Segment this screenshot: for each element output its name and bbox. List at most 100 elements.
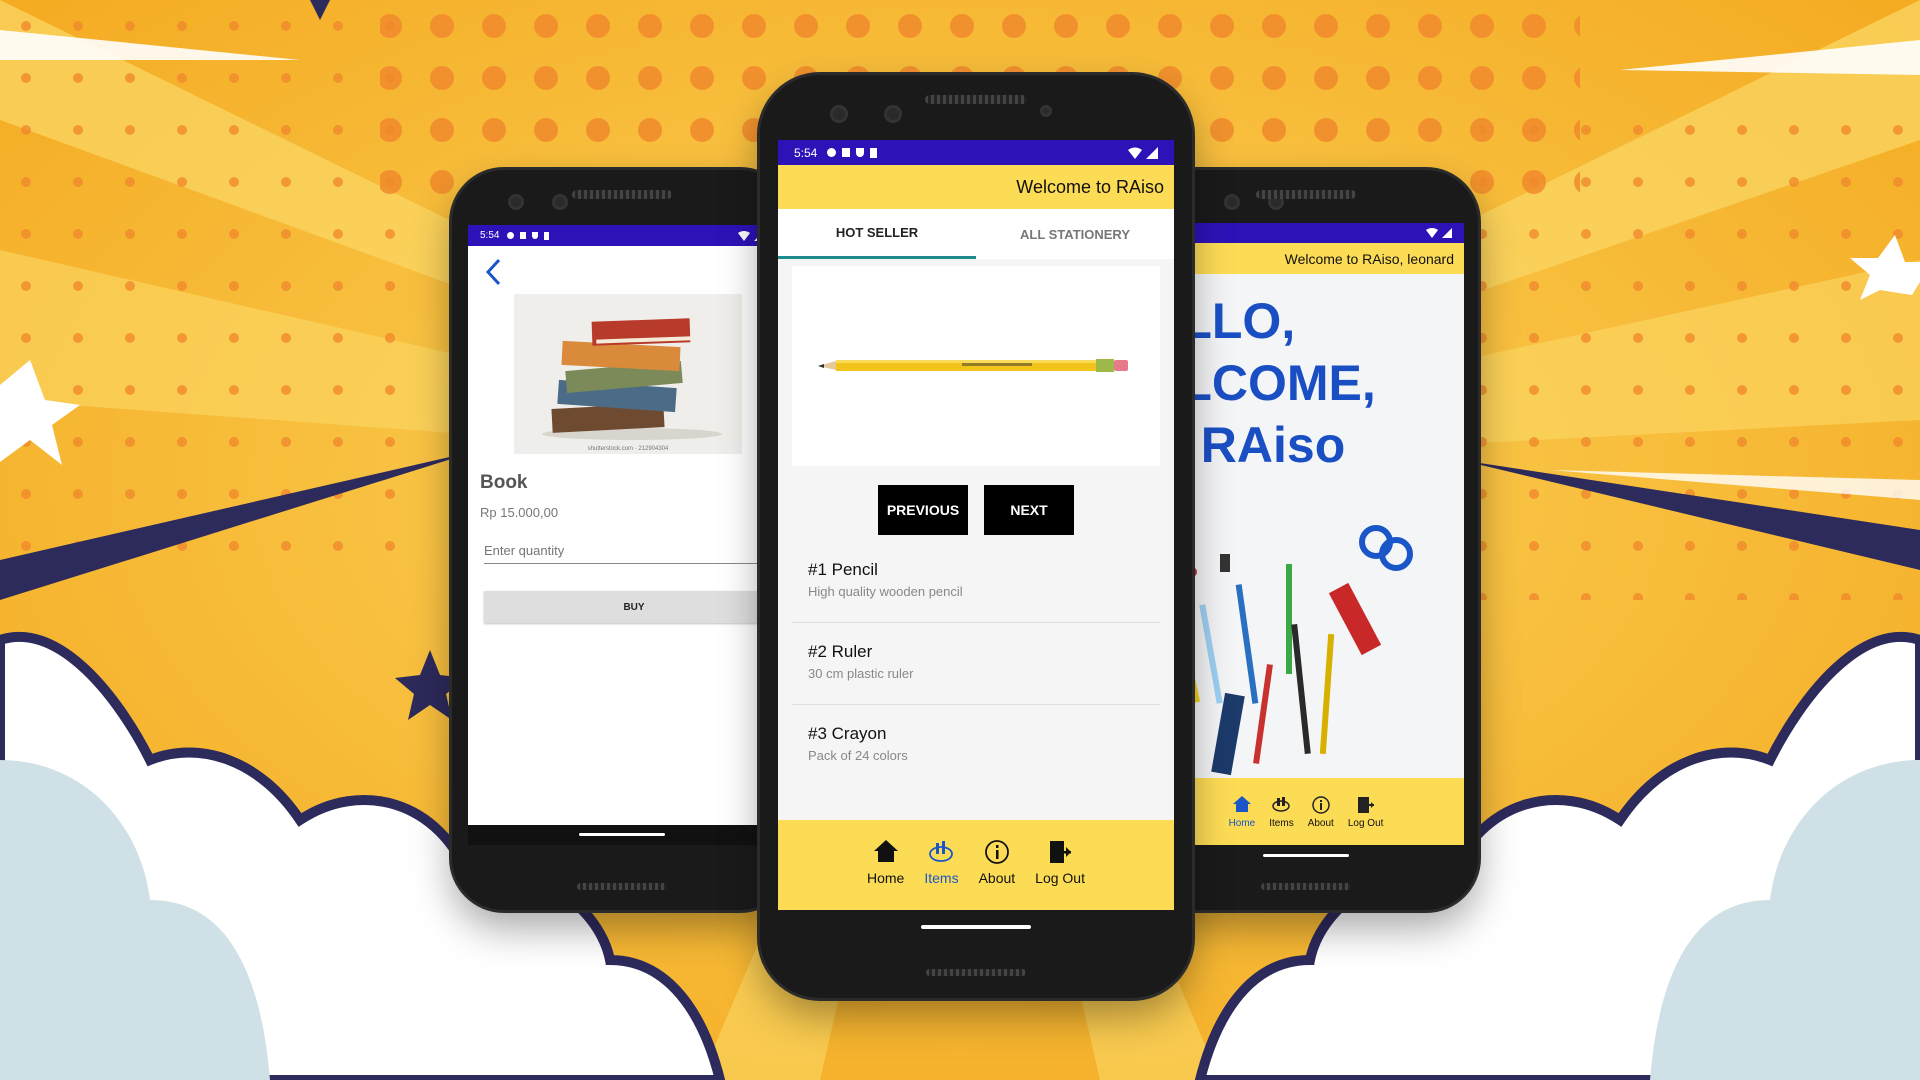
nav-logout-label: Log Out: [1035, 870, 1085, 886]
nav-logout-label: Log Out: [1347, 818, 1384, 829]
status-icons: [827, 147, 878, 158]
status-time: 5:54: [480, 230, 500, 241]
nav-about-label: About: [1307, 818, 1334, 829]
item-title: #2 Ruler: [808, 642, 873, 661]
carousel-image[interactable]: [792, 266, 1160, 466]
earpiece-speaker: [925, 95, 1027, 104]
items-icon: [1272, 797, 1291, 812]
stationery-illustration: [1153, 525, 1413, 776]
front-sensor: [884, 105, 902, 123]
system-nav-bar: [468, 825, 776, 845]
bottom-nav: Home Items About Log Out: [778, 820, 1174, 910]
center-phone: 5:54 Welcome to RAiso HOT SELLER ALL STA…: [760, 75, 1192, 998]
front-camera: [830, 105, 848, 123]
previous-button[interactable]: PREVIOUS: [878, 485, 968, 535]
buy-button[interactable]: BUY: [484, 591, 776, 623]
app-bar-title: Welcome to RAiso: [1016, 176, 1164, 197]
bottom-nav: Home Items About Log Out: [1148, 778, 1464, 845]
product-name: Book: [480, 472, 528, 493]
status-icons: [507, 231, 550, 240]
chevron-left-icon[interactable]: [484, 257, 504, 287]
tab-hot-seller-label: HOT SELLER: [835, 225, 919, 240]
tab-all-stationery-label: ALL STATIONERY: [1019, 226, 1131, 242]
signal-icon: [1442, 228, 1452, 238]
logout-icon: [1357, 797, 1374, 813]
shield-icon: [856, 148, 865, 157]
pencil-illustration: [818, 359, 1128, 372]
gesture-handle[interactable]: [1263, 854, 1349, 857]
tab-bar: HOT SELLER ALL STATIONERY: [778, 209, 1174, 259]
next-button-label: NEXT: [1010, 502, 1048, 518]
nav-items[interactable]: Items: [924, 840, 959, 910]
nav-home-label: Home: [1228, 818, 1256, 829]
earpiece-speaker: [572, 190, 672, 199]
nav-logout[interactable]: Log Out: [1035, 840, 1085, 910]
nav-about-label: About: [978, 870, 1016, 886]
left-screen: 5:54 shutterstock.com · 212904304 Book R…: [468, 225, 776, 845]
app-bar-title: Welcome to RAiso, leonard: [1284, 250, 1454, 267]
app-bar: Welcome to RAiso, leonard: [1148, 243, 1464, 274]
tab-hot-seller[interactable]: HOT SELLER: [778, 209, 976, 259]
product-image: shutterstock.com · 212904304: [514, 294, 742, 454]
list-item[interactable]: #2 Ruler 30 cm plastic ruler: [792, 642, 1160, 705]
notification-icon: [520, 232, 527, 239]
item-subtitle: High quality wooden pencil: [808, 584, 963, 599]
hero-panel: ELLO, ELCOME, O RAiso: [1148, 274, 1464, 778]
sd-card-icon: [544, 231, 550, 240]
settings-icon: [827, 148, 837, 157]
wifi-icon: [738, 230, 750, 241]
home-icon: [873, 840, 898, 862]
front-sensor: [552, 194, 568, 210]
item-title: #3 Crayon: [808, 724, 887, 743]
image-caption: shutterstock.com · 212904304: [587, 446, 669, 452]
gesture-handle[interactable]: [579, 833, 665, 836]
logout-icon: [1050, 841, 1072, 863]
earpiece-speaker: [1256, 190, 1356, 199]
info-icon: [1312, 796, 1330, 814]
item-title: #1 Pencil: [808, 560, 878, 579]
items-icon: [929, 841, 954, 862]
wifi-icon: [1426, 228, 1438, 238]
list-item[interactable]: #1 Pencil High quality wooden pencil: [792, 560, 1160, 623]
nav-logout[interactable]: Log Out: [1347, 796, 1384, 845]
tab-all-stationery[interactable]: ALL STATIONERY: [976, 209, 1174, 259]
nav-home[interactable]: Home: [867, 840, 904, 910]
info-icon: [984, 840, 1009, 864]
app-bar: Welcome to RAiso: [778, 165, 1174, 209]
nav-home-label: Home: [866, 870, 905, 886]
bottom-speaker: [926, 969, 1026, 976]
item-subtitle: Pack of 24 colors: [808, 748, 908, 763]
wifi-icon: [1128, 147, 1142, 159]
status-right: [1128, 146, 1158, 159]
signal-icon: [1146, 146, 1158, 159]
gesture-handle[interactable]: [921, 925, 1031, 929]
status-bar: 5:54: [778, 140, 1174, 165]
nav-items-label: Items: [924, 870, 959, 886]
next-button[interactable]: NEXT: [984, 485, 1074, 535]
status-right: [1426, 228, 1452, 238]
bottom-speaker: [1261, 883, 1351, 890]
previous-button-label: PREVIOUS: [886, 502, 960, 518]
quantity-input[interactable]: [484, 537, 768, 564]
nav-items[interactable]: Items: [1269, 796, 1294, 845]
nav-home[interactable]: Home: [1228, 796, 1256, 845]
bottom-speaker: [577, 883, 667, 890]
nav-items-label: Items: [1269, 818, 1294, 829]
nav-about[interactable]: About: [1308, 796, 1334, 845]
status-bar: [1148, 223, 1464, 243]
left-phone: 5:54 shutterstock.com · 212904304 Book R…: [452, 170, 792, 910]
home-icon: [1232, 796, 1251, 812]
buy-button-label: BUY: [623, 601, 645, 613]
status-time: 5:54: [794, 145, 818, 160]
right-screen: Welcome to RAiso, leonard ELLO, ELCOME, …: [1148, 223, 1464, 845]
books-illustration: [514, 294, 742, 444]
sd-card-icon: [870, 147, 878, 158]
list-item[interactable]: #3 Crayon Pack of 24 colors: [792, 724, 1160, 774]
front-camera: [1224, 194, 1240, 210]
front-camera: [508, 194, 524, 210]
proximity-sensor: [1040, 105, 1052, 117]
product-price: Rp 15.000,00: [480, 505, 559, 520]
center-screen: 5:54 Welcome to RAiso HOT SELLER ALL STA…: [778, 140, 1174, 910]
notification-icon: [842, 148, 851, 157]
nav-about[interactable]: About: [978, 840, 1016, 910]
